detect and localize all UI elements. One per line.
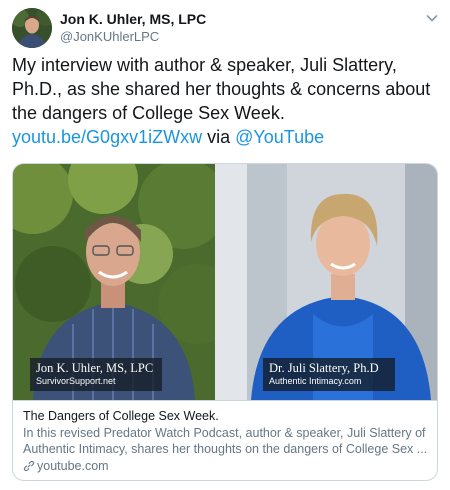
- card-thumbnail[interactable]: Jon K. Uhler, MS, LPC SurvivorSupport.ne…: [13, 164, 437, 400]
- card-body[interactable]: The Dangers of College Sex Week. In this…: [13, 400, 437, 480]
- via-text: via: [207, 127, 231, 147]
- youtube-link[interactable]: youtu.be/G0gxv1iZWxw: [12, 127, 202, 147]
- author-handle[interactable]: @JonKUhlerLPC: [60, 29, 159, 44]
- chevron-down-icon[interactable]: [424, 10, 440, 26]
- avatar-image: [12, 8, 52, 48]
- left-caption-name: Jon K. Uhler, MS, LPC: [36, 361, 154, 375]
- left-caption: Jon K. Uhler, MS, LPC SurvivorSupport.ne…: [30, 358, 162, 391]
- card-title: The Dangers of College Sex Week.: [23, 409, 219, 423]
- card-description-line: In this revised Predator Watch Podcast, …: [23, 426, 426, 440]
- link-icon: [23, 460, 35, 472]
- avatar[interactable]: [12, 8, 52, 48]
- tweet-text: My interview with author & speaker, Juli…: [12, 53, 438, 149]
- tweet-text-line: My interview with author & speaker, Juli…: [12, 55, 397, 75]
- left-caption-sub: SurvivorSupport.net: [36, 376, 116, 386]
- author-name[interactable]: Jon K. Uhler, MS, LPC: [60, 11, 206, 27]
- tweet-text-line: Ph.D., as she shared her thoughts & conc…: [12, 79, 431, 99]
- tweet-link-line: youtu.be/G0gxv1iZWxw via @YouTube: [12, 125, 438, 149]
- right-caption: Dr. Juli Slattery, Ph.D Authentic Intima…: [263, 358, 395, 391]
- card-domain-text: youtube.com: [37, 459, 109, 473]
- card-domain: youtube.com: [23, 458, 429, 474]
- right-caption-sub: Authentic Intimacy.com: [269, 376, 362, 386]
- tweet-text-line: the dangers of College Sex Week.: [12, 103, 285, 123]
- card-description-line: Authentic Intimacy, shares her thoughts …: [23, 442, 428, 456]
- link-preview-card[interactable]: Jon K. Uhler, MS, LPC SurvivorSupport.ne…: [12, 163, 438, 481]
- right-caption-name: Dr. Juli Slattery, Ph.D: [269, 361, 379, 375]
- card-description: In this revised Predator Watch Podcast, …: [23, 425, 429, 457]
- youtube-mention[interactable]: @YouTube: [235, 127, 324, 147]
- tweet: Jon K. Uhler, MS, LPC @JonKUhlerLPC My i…: [0, 0, 450, 490]
